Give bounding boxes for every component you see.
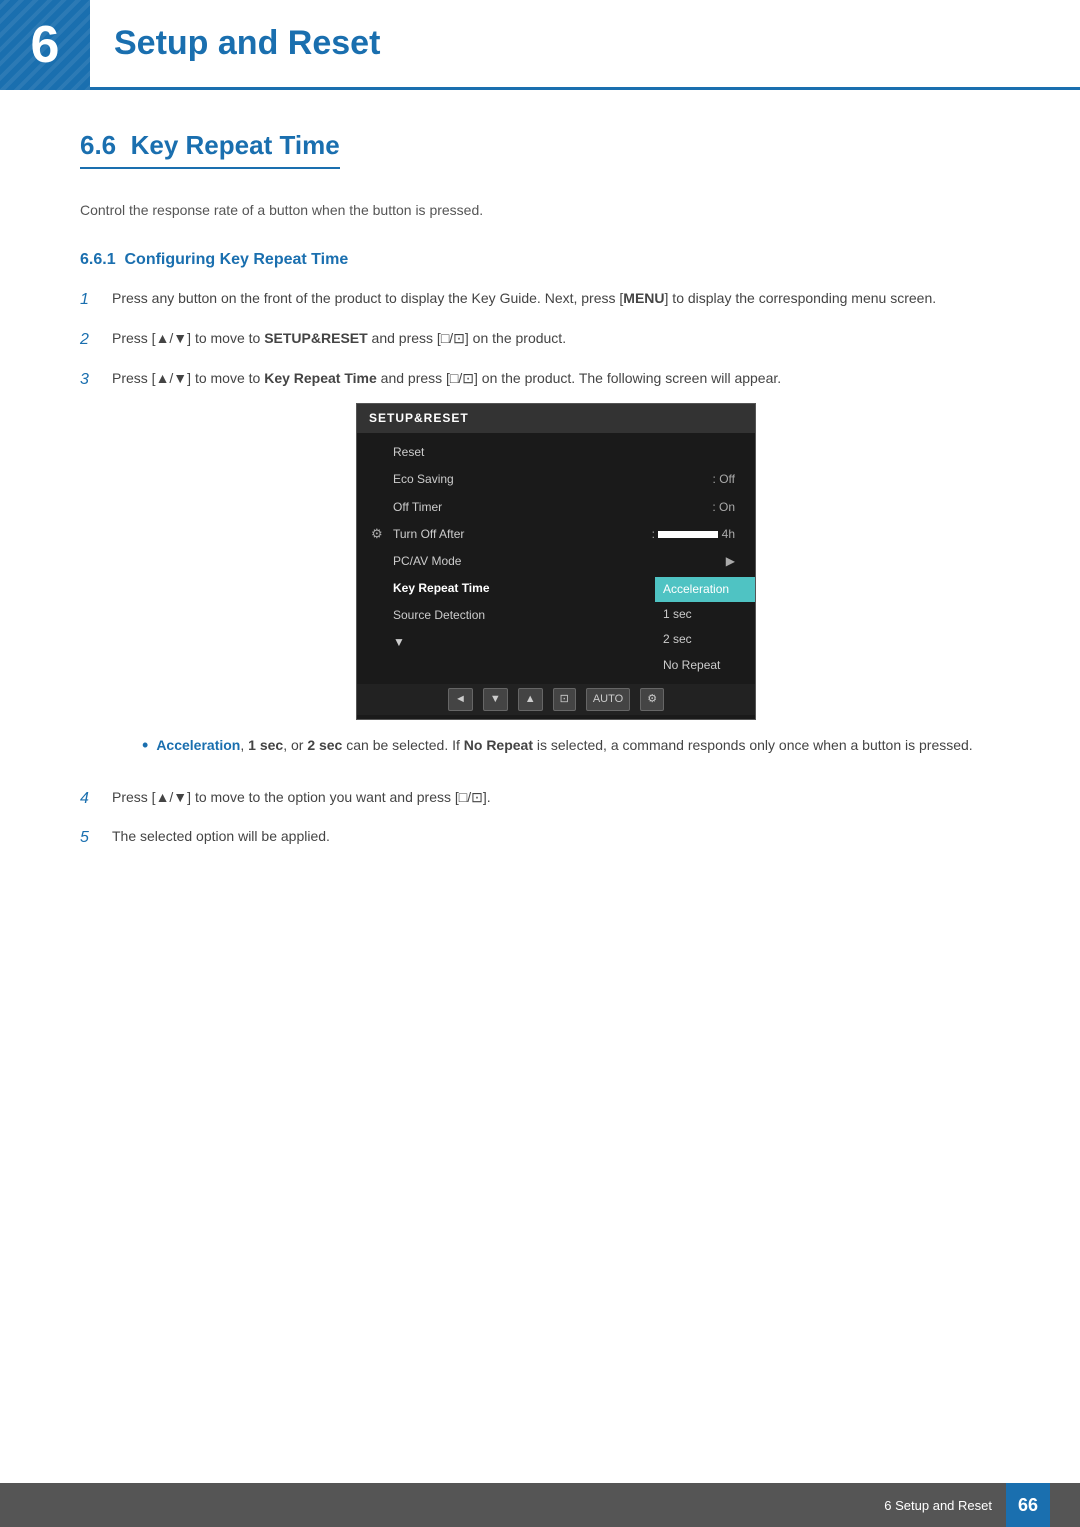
- section-heading: 6.6 Key Repeat Time: [80, 130, 340, 169]
- menu-item-more: ▼: [357, 629, 655, 656]
- main-content: 6.6 Key Repeat Time Control the response…: [0, 130, 1080, 945]
- step-2: 2 Press [▲/▼] to move to SETUP&RESET and…: [80, 327, 1000, 353]
- menu-screenshot: SETUP&RESET Reset Eco Saving : Off Off T…: [356, 403, 756, 720]
- chapter-number: 6: [31, 15, 60, 75]
- menu-item-keyrepeat: Key Repeat Time: [357, 575, 655, 602]
- arrow-icon: ▶: [726, 552, 735, 571]
- menu-item-turnoff: ⚙ Turn Off After : 4h: [357, 521, 755, 548]
- menu-item-eco: Eco Saving : Off: [357, 466, 755, 493]
- subsection-heading: 6.6.1 Configuring Key Repeat Time: [80, 251, 1000, 269]
- menu-item-sourcedetect: Source Detection: [357, 602, 655, 629]
- submenu-option-2sec: 2 sec: [655, 627, 755, 652]
- chapter-header: 6 Setup and Reset: [0, 0, 1080, 90]
- bullet-item: • Acceleration, 1 sec, or 2 sec can be s…: [142, 734, 1000, 757]
- gear-icon: ⚙: [371, 524, 383, 545]
- menu-items: Reset Eco Saving : Off Off Timer : On ⚙: [357, 433, 755, 684]
- submenu-option-acceleration: Acceleration: [655, 577, 755, 602]
- menu-title-bar: SETUP&RESET: [357, 404, 755, 433]
- steps-list: 1 Press any button on the front of the p…: [80, 287, 1000, 851]
- btn-left: ◄: [448, 688, 473, 712]
- btn-settings: ⚙: [640, 688, 664, 712]
- menu-item-reset: Reset: [357, 439, 755, 466]
- menu-item-pcav: PC/AV Mode ▶: [357, 548, 755, 575]
- footer-text: 6 Setup and Reset: [884, 1498, 992, 1513]
- submenu-option-1sec: 1 sec: [655, 602, 755, 627]
- chapter-title: Setup and Reset: [114, 24, 380, 63]
- menu-item-keyrepeat-row: Key Repeat Time Source Detection ▼: [357, 575, 755, 678]
- menu-submenu: Acceleration 1 sec 2 sec No Repeat: [655, 575, 755, 678]
- section-description: Control the response rate of a button wh…: [80, 199, 1000, 221]
- step-4: 4 Press [▲/▼] to move to the option you …: [80, 786, 1000, 812]
- btn-enter: ⊡: [553, 688, 576, 712]
- btn-up: ▲: [518, 688, 543, 712]
- chapter-title-block: Setup and Reset: [90, 0, 1080, 90]
- chapter-number-block: 6: [0, 0, 90, 90]
- submenu-option-norepeat: No Repeat: [655, 653, 755, 678]
- menu-bottom-bar: ◄ ▼ ▲ ⊡ AUTO ⚙: [357, 684, 755, 716]
- bullet-section: • Acceleration, 1 sec, or 2 sec can be s…: [142, 734, 1000, 757]
- btn-auto: AUTO: [586, 688, 630, 712]
- btn-down: ▼: [483, 688, 508, 712]
- step-3: 3 Press [▲/▼] to move to Key Repeat Time…: [80, 367, 1000, 772]
- page-number: 66: [1006, 1483, 1050, 1527]
- step-5: 5 The selected option will be applied.: [80, 825, 1000, 851]
- page-footer: 6 Setup and Reset 66: [0, 1483, 1080, 1527]
- menu-item-offtimer: Off Timer : On: [357, 494, 755, 521]
- step-1: 1 Press any button on the front of the p…: [80, 287, 1000, 313]
